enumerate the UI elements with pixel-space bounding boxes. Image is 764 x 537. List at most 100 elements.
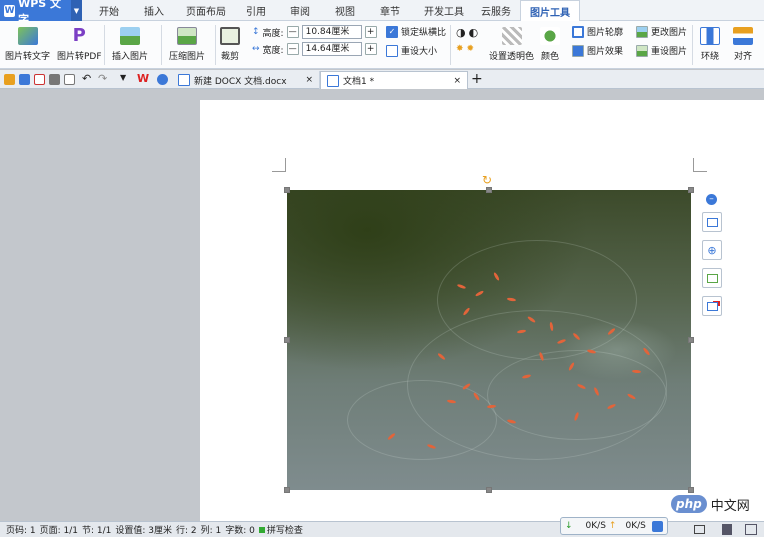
doc-tab-new-docx[interactable]: 新建 DOCX 文档.docx ×: [172, 71, 320, 89]
collapse-toolbar-icon[interactable]: –: [706, 194, 717, 205]
set-transparent-button[interactable]: 设置透明色: [489, 27, 534, 62]
pic-to-text-button[interactable]: 图片转文字: [5, 27, 50, 62]
network-speed-widget: ↓ 0K/S ↑ 0K/S: [560, 517, 668, 535]
fullscreen-icon[interactable]: [694, 525, 705, 534]
pic-to-text-label: 图片转文字: [5, 52, 51, 62]
width-increment-button[interactable]: +: [364, 43, 377, 55]
spell-check-button[interactable]: 拼写检查: [257, 523, 305, 536]
tab-insert[interactable]: 插入: [133, 0, 175, 21]
status-col[interactable]: 列: 1: [199, 523, 224, 536]
network-app-icon[interactable]: [652, 520, 663, 532]
cloud-cube-icon[interactable]: [157, 74, 168, 85]
close-icon[interactable]: ×: [305, 75, 313, 85]
reset-size-button[interactable]: 重设大小: [386, 44, 437, 57]
save-icon[interactable]: [19, 74, 30, 85]
contrast-buttons[interactable]: ◑ ◐: [456, 26, 478, 39]
pic-to-pdf-button[interactable]: P 图片转PDF: [57, 27, 102, 63]
doc-tab-label: 文档1 *: [343, 77, 375, 87]
tab-picture-tools[interactable]: 图片工具: [520, 0, 580, 22]
compress-picture-button[interactable]: 压缩图片: [169, 27, 205, 62]
export-pdf-icon[interactable]: [34, 74, 45, 85]
open-icon[interactable]: [4, 74, 15, 85]
page-view-icon[interactable]: [722, 524, 732, 535]
status-page[interactable]: 页面: 1/1: [38, 523, 80, 536]
resize-handle[interactable]: [688, 487, 694, 493]
inserted-picture-koi-pond[interactable]: [287, 190, 691, 490]
insert-picture-button[interactable]: 插入图片: [112, 27, 148, 62]
zoom-picture-button[interactable]: ⊕: [702, 240, 722, 260]
spell-check-label: 拼写检查: [266, 526, 303, 536]
resize-handle[interactable]: [486, 187, 492, 193]
wps-logo-icon: W: [4, 4, 16, 17]
set-transparent-label: 设置透明色: [489, 52, 535, 62]
status-row[interactable]: 行: 2: [174, 523, 199, 536]
app-menu-button[interactable]: W WPS 文字 ▼: [0, 0, 82, 26]
tab-cloud[interactable]: 云服务: [474, 0, 518, 21]
status-setting[interactable]: 设置值: 3厘米: [113, 523, 174, 536]
new-tab-button[interactable]: +: [471, 71, 483, 87]
align-label: 对齐: [733, 52, 752, 62]
width-decrement-button[interactable]: —: [286, 43, 299, 55]
color-icon: [540, 27, 560, 45]
tab-page-layout[interactable]: 页面布局: [178, 0, 234, 21]
picture-icon: [120, 27, 140, 45]
chevron-down-icon[interactable]: ▼: [70, 0, 82, 21]
color-label: 颜色: [540, 52, 559, 62]
status-section[interactable]: 节: 1/1: [80, 523, 113, 536]
effect-icon: [572, 44, 584, 57]
zoom-in-icon: ⊕: [707, 243, 717, 257]
tab-review[interactable]: 审阅: [280, 0, 320, 21]
resize-handle[interactable]: [688, 187, 694, 193]
reset-picture-label: 重设图片: [651, 47, 688, 57]
wps-w-icon[interactable]: W: [137, 72, 149, 85]
lock-ratio-label: 锁定纵横比: [401, 28, 447, 38]
wrap-button[interactable]: 环绕: [700, 27, 720, 62]
tab-developer[interactable]: 开发工具: [416, 0, 472, 21]
divider: [161, 25, 162, 65]
print-preview-icon[interactable]: [64, 74, 75, 85]
border-tool-button[interactable]: [702, 296, 722, 316]
layout-options-button[interactable]: [702, 212, 722, 232]
sun-dim-icon: ✹: [466, 44, 475, 54]
status-page-code[interactable]: 页码: 1: [4, 523, 38, 536]
reset-size-label: 重设大小: [401, 47, 438, 57]
customize-chevron-down-icon[interactable]: ▼: [120, 73, 126, 82]
width-input[interactable]: 14.64厘米: [301, 42, 362, 56]
redo-icon[interactable]: ↷: [98, 72, 107, 85]
tab-start[interactable]: 开始: [88, 0, 130, 21]
effect-button[interactable]: 图片效果: [572, 44, 623, 57]
color-button[interactable]: 颜色: [540, 27, 560, 62]
print-icon[interactable]: [49, 74, 60, 85]
resize-handle[interactable]: [486, 487, 492, 493]
resize-handle[interactable]: [284, 487, 290, 493]
undo-icon[interactable]: ↶: [82, 72, 91, 85]
close-icon[interactable]: ×: [453, 76, 461, 86]
height-input[interactable]: 10.84厘米: [301, 25, 362, 39]
resize-handle[interactable]: [688, 337, 694, 343]
height-increment-button[interactable]: +: [364, 26, 377, 38]
reset-size-icon: [386, 44, 398, 57]
divider: [215, 25, 216, 65]
rotate-handle-icon[interactable]: ↻: [482, 173, 492, 187]
change-picture-button[interactable]: 更改图片: [636, 25, 687, 38]
lock-ratio-checkbox[interactable]: ✓ 锁定纵横比: [386, 25, 446, 38]
tab-reference[interactable]: 引用: [236, 0, 276, 21]
doc-tab-document1[interactable]: 文档1 * ×: [320, 71, 468, 89]
tab-chapter[interactable]: 章节: [370, 0, 410, 21]
status-words[interactable]: 字数: 0: [223, 523, 257, 536]
web-view-icon[interactable]: [745, 524, 757, 535]
document-icon: [178, 74, 190, 86]
resize-handle[interactable]: [284, 337, 290, 343]
effect-label: 图片效果: [587, 47, 624, 57]
crop-tool-button[interactable]: [702, 268, 722, 288]
align-button[interactable]: 对齐: [733, 27, 753, 62]
crop-button[interactable]: 裁剪: [220, 27, 240, 62]
resize-handle[interactable]: [284, 187, 290, 193]
brightness-buttons[interactable]: ✸ ✹: [456, 44, 474, 54]
pic-to-text-icon: [17, 27, 38, 45]
outline-button[interactable]: 图片轮廓: [572, 25, 623, 38]
php-logo: php: [671, 495, 707, 513]
reset-picture-button[interactable]: 重设图片: [636, 44, 687, 57]
height-decrement-button[interactable]: —: [286, 26, 299, 38]
tab-view[interactable]: 视图: [325, 0, 365, 21]
